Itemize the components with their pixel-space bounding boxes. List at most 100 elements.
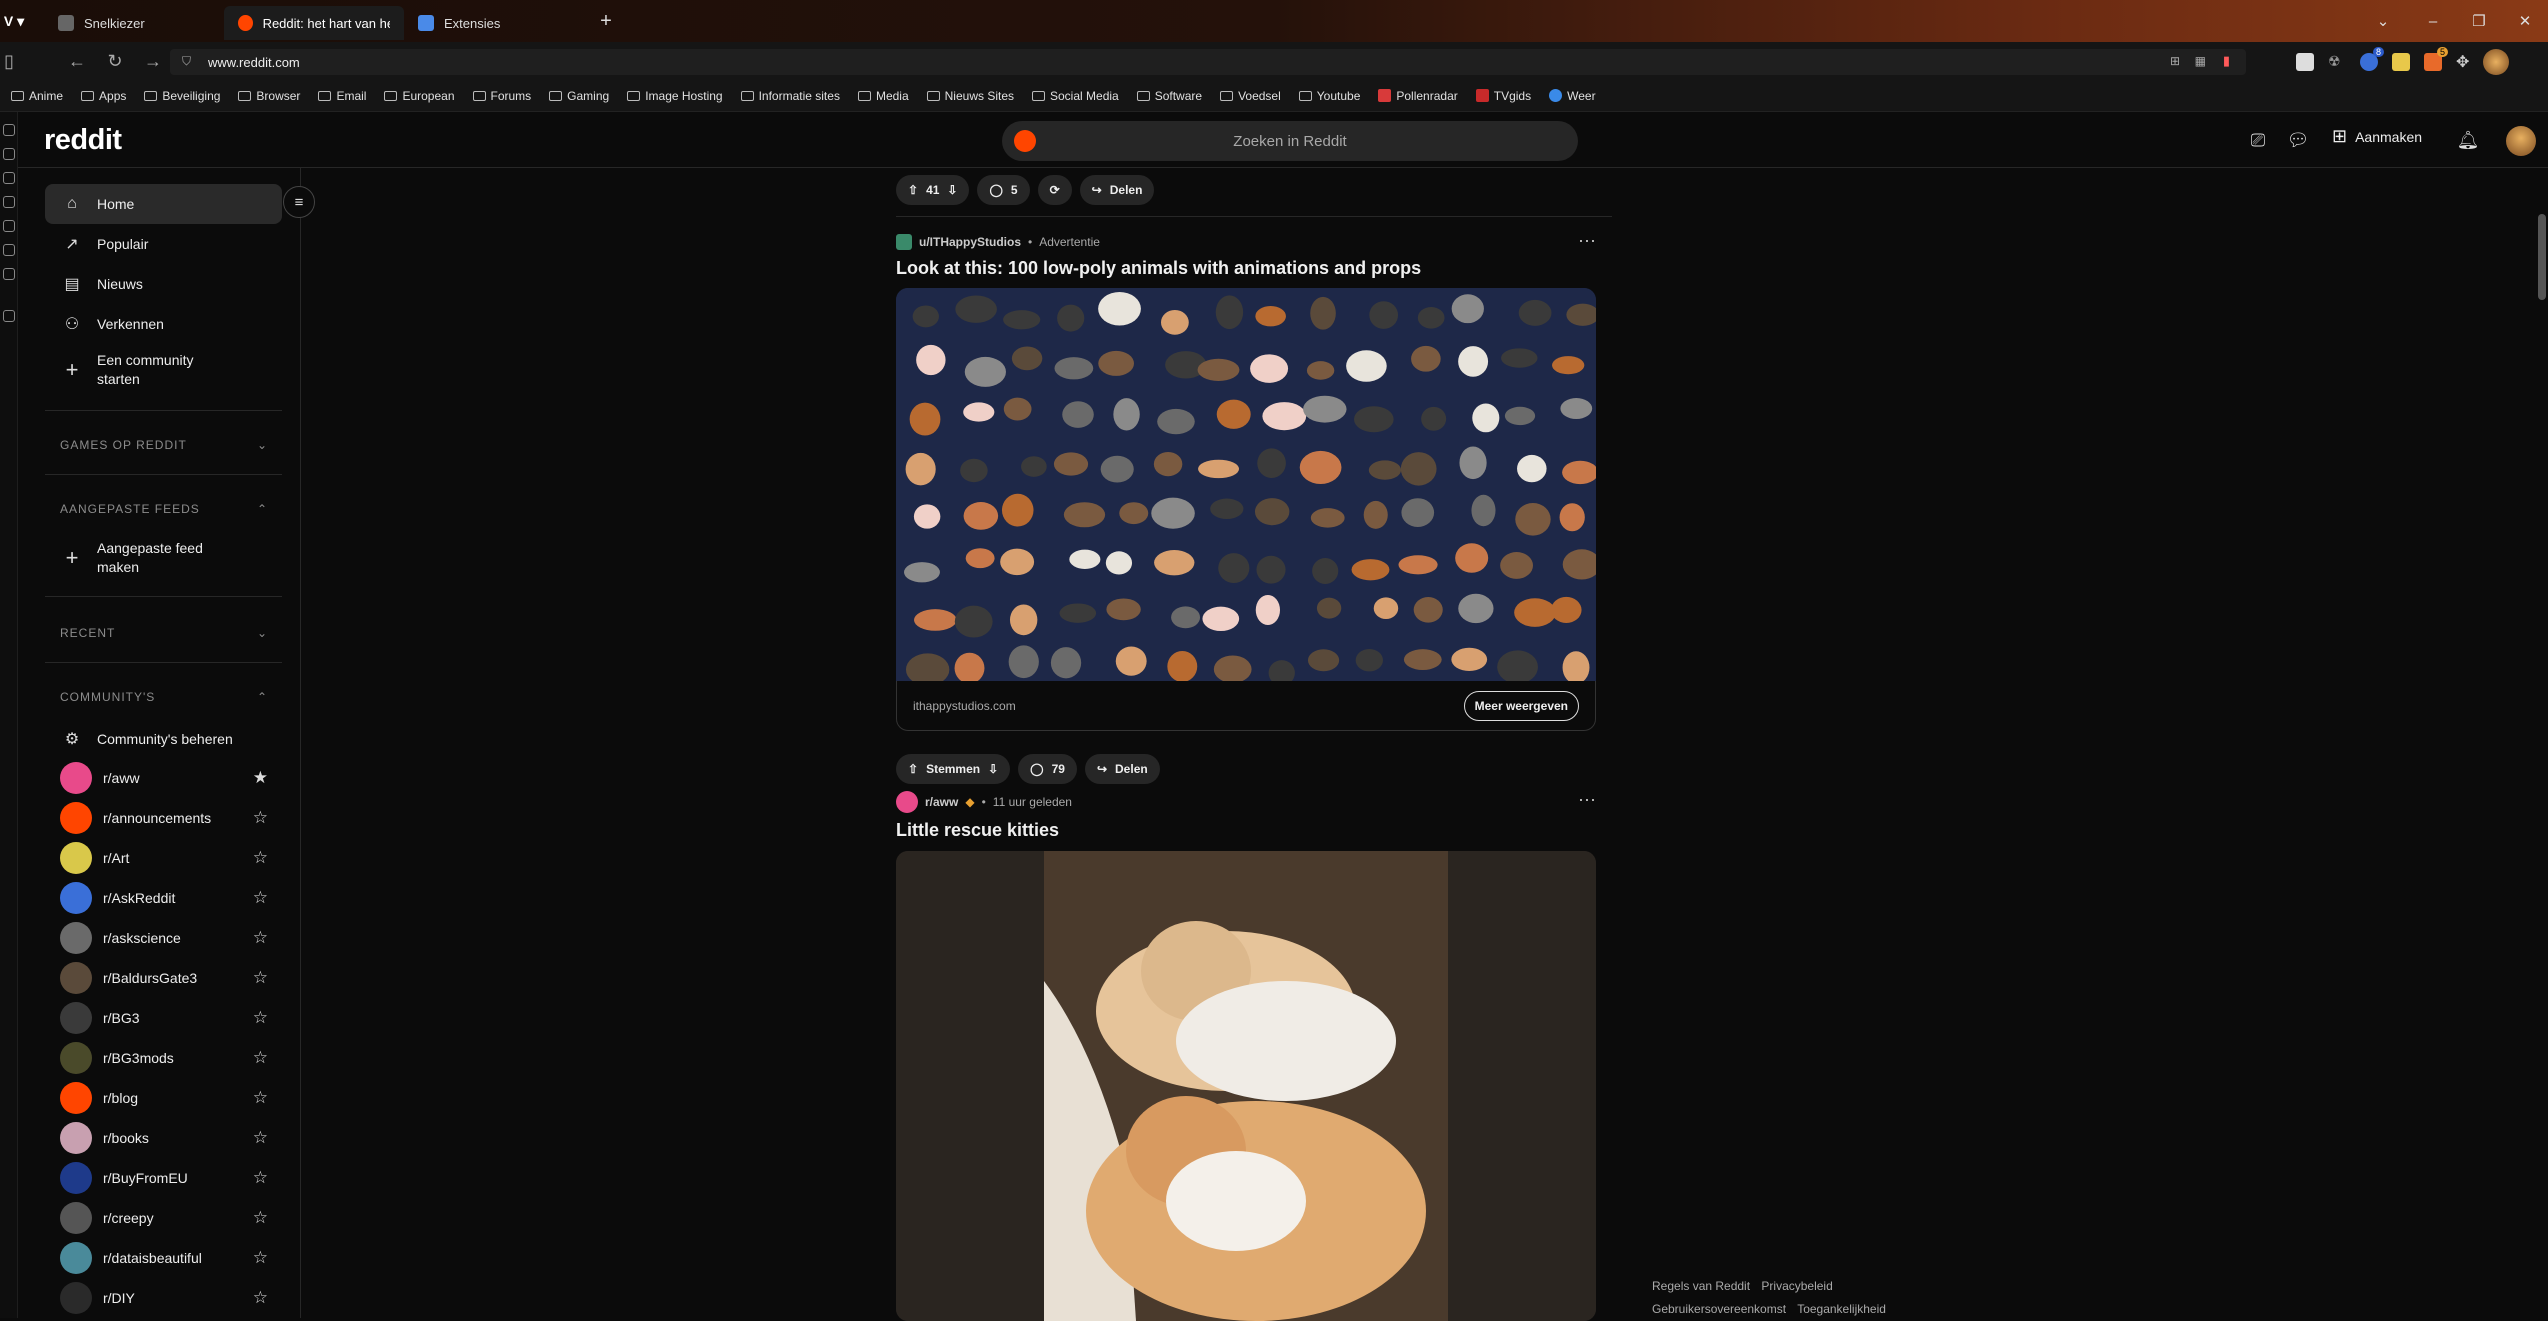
bookmark-folder[interactable]: Image Hosting (618, 89, 731, 103)
community-item[interactable]: r/dataisbeautiful ☆ (45, 1239, 282, 1277)
page-scrollbar[interactable] (2536, 168, 2548, 1318)
star-outline-icon[interactable]: ☆ (253, 888, 268, 908)
nav-start-community[interactable]: + Een community starten (45, 348, 282, 392)
crosspost-button[interactable]: ⟳ (1037, 175, 1072, 205)
create-custom-feed[interactable]: + Aangepaste feed maken (45, 536, 282, 580)
star-outline-icon[interactable]: ☆ (253, 1048, 268, 1068)
footer-link[interactable]: Regels van Reddit (1652, 1279, 1750, 1293)
community-item[interactable]: r/blog ☆ (45, 1079, 282, 1117)
nav-explore[interactable]: ⚇ Verkennen (45, 304, 282, 344)
community-item[interactable]: r/BG3mods ☆ (45, 1039, 282, 1077)
create-post-button[interactable]: ⊞ Aanmaken (2332, 126, 2422, 147)
reading-list-panel-icon[interactable] (2, 268, 15, 280)
star-outline-icon[interactable]: ☆ (253, 1128, 268, 1148)
nav-popular[interactable]: ↗ Populair (45, 224, 282, 264)
bookmark-folder[interactable]: Email (309, 89, 375, 103)
grid-extension-icon[interactable] (2392, 53, 2410, 71)
bookmark-link[interactable]: TVgids (1467, 89, 1540, 103)
ad-post-title[interactable]: Look at this: 100 low-poly animals with … (896, 258, 1421, 279)
forward-icon[interactable]: → (134, 42, 172, 80)
footer-link[interactable]: Privacybeleid (1761, 1279, 1832, 1293)
post-options-icon[interactable]: ··· (1578, 789, 1596, 810)
scrollbar-thumb[interactable] (2538, 214, 2546, 300)
site-info-icon[interactable]: ⛉ (182, 54, 191, 69)
extension-icon[interactable] (2296, 53, 2314, 71)
star-outline-icon[interactable]: ☆ (253, 808, 268, 828)
community-item[interactable]: r/BaldursGate3 ☆ (45, 959, 282, 997)
bookmark-folder[interactable]: Beveiliging (135, 89, 229, 103)
minimize-button[interactable]: – (2410, 0, 2456, 42)
extension-icon[interactable]: 5 (2424, 47, 2448, 71)
upvote-icon[interactable]: ⇧ (908, 762, 918, 776)
qr-code-icon[interactable]: ▦ (2195, 54, 2206, 68)
add-panel-icon[interactable] (2, 310, 15, 322)
star-outline-icon[interactable]: ☆ (253, 928, 268, 948)
user-avatar[interactable] (2506, 126, 2536, 156)
star-outline-icon[interactable]: ☆ (253, 1248, 268, 1268)
games-section-toggle[interactable]: GAMES OP REDDIT ⌄ (45, 438, 282, 452)
panel-toggle-icon[interactable]: ▯ (0, 42, 18, 80)
star-outline-icon[interactable]: ☆ (253, 1208, 268, 1228)
star-outline-icon[interactable]: ☆ (253, 1088, 268, 1108)
bookmark-folder[interactable]: Social Media (1023, 89, 1128, 103)
tab-reddit[interactable]: Reddit: het hart van het int (224, 6, 404, 40)
star-filled-icon[interactable]: ★ (253, 768, 268, 788)
nav-home[interactable]: ⌂ Home (45, 184, 282, 224)
notifications-bell-icon[interactable]: 🔔︎ (2456, 128, 2480, 152)
community-item[interactable]: r/announcements ☆ (45, 799, 282, 837)
bookmark-folder[interactable]: Youtube (1290, 89, 1370, 103)
comments-button[interactable]: ◯ 5 (977, 175, 1030, 205)
extension-icon[interactable]: 8 (2360, 47, 2384, 71)
bookmark-folder[interactable]: Informatie sites (732, 89, 849, 103)
share-button[interactable]: ↪ Delen (1084, 754, 1160, 784)
collapse-sidebar-button[interactable]: ≡ (283, 186, 315, 218)
community-item[interactable]: r/BuyFromEU ☆ (45, 1159, 282, 1197)
nav-news[interactable]: ▤ Nieuws (45, 264, 282, 304)
restore-button[interactable]: ❐ (2456, 0, 2502, 42)
post-title[interactable]: Little rescue kitties (896, 820, 1059, 841)
community-item[interactable]: r/books ☆ (45, 1119, 282, 1157)
post-image-kittens[interactable] (896, 851, 1596, 1321)
manage-communities[interactable]: ⚙ Community's beheren (45, 719, 282, 759)
star-outline-icon[interactable]: ☆ (253, 1008, 268, 1028)
downloads-panel-icon[interactable] (2, 148, 15, 160)
notes-panel-icon[interactable] (2, 196, 15, 208)
tab-snelkiezer[interactable]: Snelkiezer (44, 6, 224, 40)
upvote-icon[interactable]: ⇧ (908, 183, 918, 197)
custom-feeds-section-toggle[interactable]: AANGEPASTE FEEDS ⌃ (45, 502, 282, 516)
star-outline-icon[interactable]: ☆ (253, 968, 268, 988)
post-options-icon[interactable]: ··· (1578, 230, 1596, 251)
ad-image-low-poly-animals[interactable] (896, 288, 1596, 681)
ad-author-link[interactable]: u/ITHappyStudios (919, 235, 1021, 249)
communities-section-toggle[interactable]: COMMUNITY'S ⌃ (45, 690, 282, 704)
history-panel-icon[interactable] (2, 172, 15, 184)
community-item[interactable]: r/AskReddit ☆ (45, 879, 282, 917)
rss-icon[interactable]: ⊞ (2170, 54, 2180, 68)
bookmark-folder[interactable]: Media (849, 89, 918, 103)
bookmark-folder[interactable]: Software (1128, 89, 1211, 103)
back-icon[interactable]: ← (58, 42, 96, 80)
share-button[interactable]: ↪ Delen (1079, 175, 1155, 205)
profile-avatar-icon[interactable] (2483, 49, 2510, 75)
bookmark-folder[interactable]: Voedsel (1211, 89, 1290, 103)
tab-extensies[interactable]: Extensies (404, 6, 584, 40)
star-outline-icon[interactable]: ☆ (253, 848, 268, 868)
new-tab-button[interactable]: + (590, 10, 622, 33)
star-outline-icon[interactable]: ☆ (253, 1168, 268, 1188)
bookmark-folder[interactable]: Gaming (540, 89, 618, 103)
community-item[interactable]: r/aww ★ (45, 759, 282, 797)
community-item[interactable]: r/askscience ☆ (45, 919, 282, 957)
search-input[interactable]: Zoeken in Reddit (1002, 121, 1578, 161)
community-item[interactable]: r/DIY ☆ (45, 1279, 282, 1317)
window-panel-icon[interactable] (2, 244, 15, 256)
bookmark-link[interactable]: Pollenradar (1369, 89, 1466, 103)
bookmark-folder[interactable]: Apps (72, 89, 135, 103)
community-item[interactable]: r/BG3 ☆ (45, 999, 282, 1037)
close-window-button[interactable]: ✕ (2502, 0, 2548, 42)
advertise-icon[interactable]: ⎚ (2246, 128, 2270, 152)
extension-icon[interactable]: ☢ (2328, 53, 2346, 71)
show-more-button[interactable]: Meer weergeven (1463, 690, 1579, 721)
puzzle-icon[interactable]: ✥ (2456, 52, 2469, 72)
browser-menu-button[interactable]: V ▾ (0, 0, 28, 42)
reddit-logo[interactable]: reddit (44, 124, 122, 157)
